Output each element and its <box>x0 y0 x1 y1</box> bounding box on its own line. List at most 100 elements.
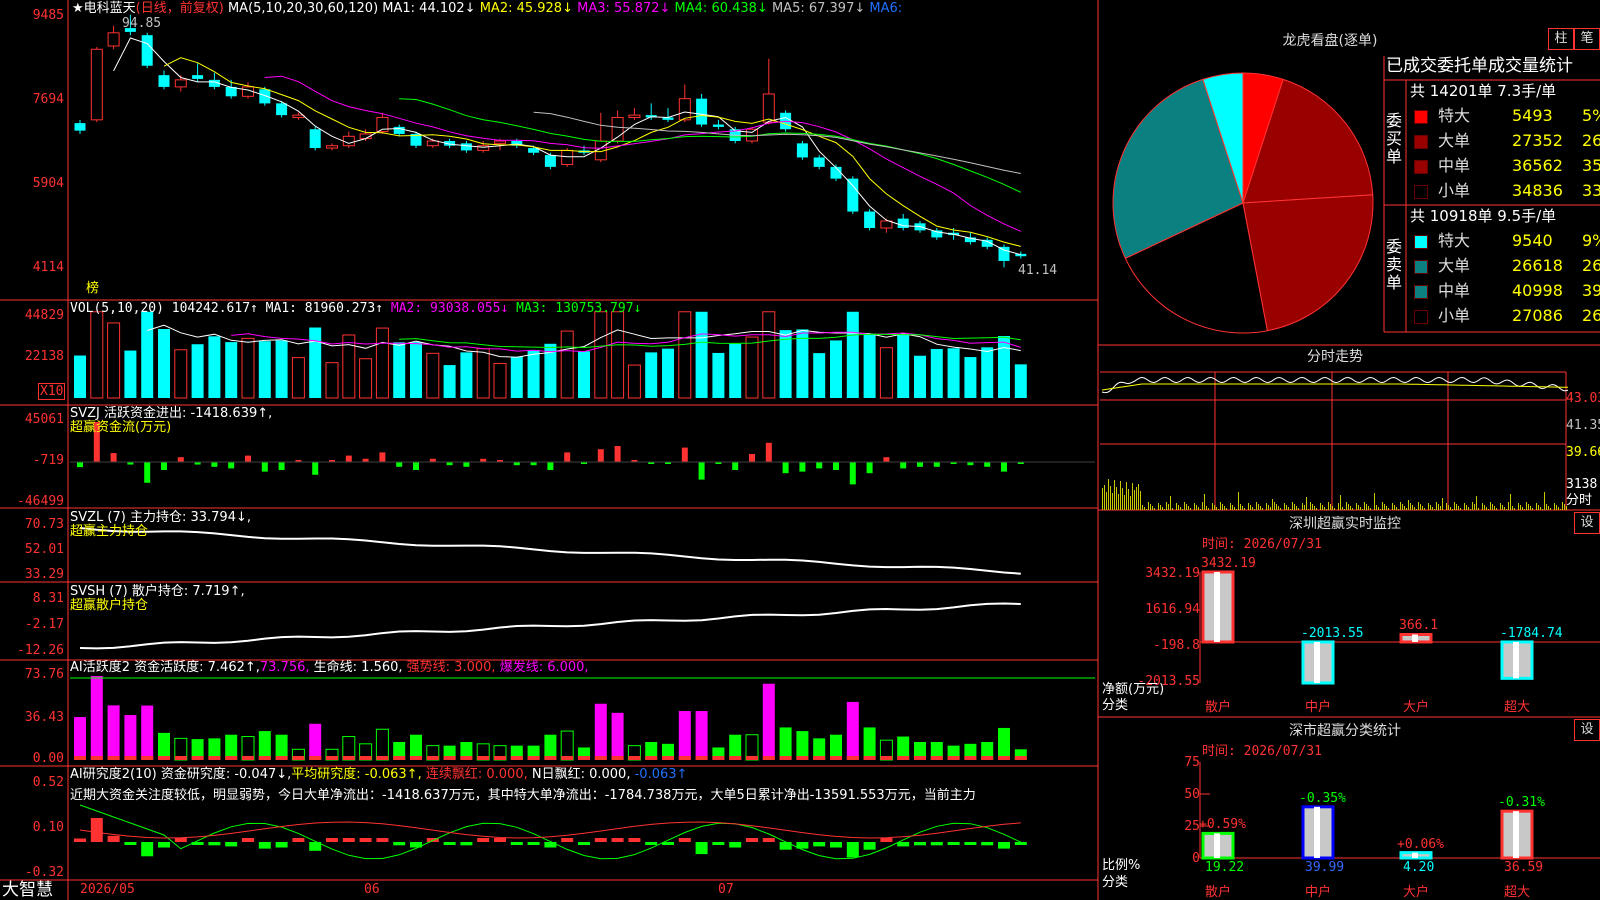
activity-base <box>611 756 624 760</box>
research-bar <box>258 842 271 849</box>
buy-row-vol: 36562 <box>1512 156 1563 175</box>
cls-settings-button[interactable]: 设 <box>1574 719 1600 741</box>
fs-volume-bar <box>1412 505 1413 510</box>
activity-base <box>578 756 590 760</box>
volume-bar <box>930 349 943 398</box>
fs-volume-bar <box>1456 504 1457 510</box>
fs-volume-bar <box>1380 509 1381 510</box>
fs-volume-bar <box>1328 502 1329 510</box>
buy-side-label: 委买单 <box>1386 111 1403 166</box>
fs-volume-bar <box>1364 502 1365 510</box>
candle-body <box>174 79 187 88</box>
research-bar <box>981 842 994 846</box>
activity-base <box>208 756 221 760</box>
fs-volume-bar <box>1212 503 1213 510</box>
favorite-star-icon[interactable]: ★ <box>72 1 84 16</box>
ratio-change-label: -0.35% <box>1299 790 1346 806</box>
volume-bar <box>762 311 776 399</box>
candle-body <box>276 103 288 116</box>
volume-bar <box>560 330 574 399</box>
fs-volume-bar <box>1428 503 1429 510</box>
tick-mode-button[interactable]: 笔 <box>1574 28 1600 50</box>
bar-mode-button[interactable]: 柱 <box>1548 28 1574 50</box>
candle-body <box>696 98 708 125</box>
buy-row-swatch <box>1414 135 1428 149</box>
stock-name: 电科蓝天 <box>83 1 136 16</box>
volume-bar <box>493 362 507 399</box>
flow-bar <box>1001 462 1007 472</box>
period-label[interactable]: (日线，前复权) <box>136 1 224 16</box>
cls-unit: 比例% <box>1102 858 1141 873</box>
research-bar <box>1014 842 1027 845</box>
flow-bar <box>396 462 403 467</box>
research-bar <box>158 842 170 848</box>
research-bar <box>393 842 406 846</box>
volume-bar <box>627 364 641 399</box>
fs-volume-bar <box>1316 508 1317 510</box>
ma2-line <box>163 57 1021 247</box>
activity-base <box>628 756 641 760</box>
flow-bar <box>312 462 319 475</box>
fs-volume-bar <box>1546 504 1547 510</box>
fs-volume-bar <box>1214 505 1215 510</box>
flow-bar <box>849 462 856 485</box>
fs-volume-bar <box>1296 506 1297 510</box>
flow-bar <box>564 452 571 462</box>
ai2-axis-label: 0.52 <box>32 775 64 790</box>
activity-base <box>897 756 910 760</box>
sell-total: 共 10918单 9.5手/单 <box>1410 207 1557 225</box>
fs-volume-bar <box>1478 508 1479 510</box>
research-bar <box>124 842 137 845</box>
ma4-value: MA4: 60.438↓ <box>674 1 768 16</box>
fs-volume-bar <box>1340 495 1341 510</box>
fs-volume-bar <box>1564 504 1565 510</box>
activity-bar <box>594 703 607 760</box>
activity-base <box>846 756 859 760</box>
cls-category: 大户 <box>1403 885 1430 900</box>
buy-row-pct: 26% <box>1582 131 1600 150</box>
monitor-settings-button[interactable]: 设 <box>1574 512 1600 534</box>
research-bar <box>326 838 338 842</box>
candle-body <box>309 129 321 149</box>
sell-row-name: 特大 <box>1438 231 1471 250</box>
dragon-tiger-mark[interactable]: 榜 <box>86 281 99 296</box>
fs-volume-bar <box>1254 509 1255 510</box>
buy-row-name: 大单 <box>1438 131 1471 150</box>
fs-volume-bar <box>1140 491 1141 510</box>
fs-volume-bar <box>1324 507 1325 510</box>
volume-bar <box>695 311 708 398</box>
ma4-line <box>399 98 1022 193</box>
cls-category: 中户 <box>1305 885 1332 900</box>
fs-volume-bar <box>1472 502 1473 510</box>
activity-base <box>443 756 456 760</box>
fs-volume-bar <box>1248 503 1249 510</box>
volume-bar <box>410 342 422 398</box>
volume-bar <box>745 336 759 399</box>
monitor-category: 中户 <box>1305 700 1332 715</box>
fs-volume-bar <box>1298 508 1299 510</box>
research-bar <box>460 842 473 846</box>
candle-body <box>426 140 439 147</box>
fs-volume-bar <box>1218 509 1219 510</box>
volume-bar <box>678 311 692 399</box>
date-axis-label: 2026/05 <box>80 882 135 897</box>
ai1-v2: 73.756, <box>259 660 310 675</box>
ai1-axis-label: 36.43 <box>24 710 64 725</box>
fs-volume-bar <box>1148 502 1149 510</box>
ma3-value: MA3: 55.872↓ <box>577 1 671 16</box>
fs-volume-bar <box>1202 502 1203 510</box>
research-bar <box>443 842 456 845</box>
research-bar <box>90 818 103 842</box>
fs-volume-bar <box>1222 504 1223 510</box>
research-bar <box>729 842 742 848</box>
volume-bar <box>914 355 926 398</box>
research-bar <box>376 838 389 842</box>
fs-volume-bar <box>1362 509 1363 510</box>
fs-volume-bar <box>1556 505 1557 510</box>
activity-base <box>141 756 154 760</box>
svzl-label: SVZL (7) 主力持仓: 33.794↓, <box>70 510 251 525</box>
fs-volume-bar <box>1360 507 1361 510</box>
flow-bar <box>765 442 772 462</box>
sell-side-label: 委卖单 <box>1386 237 1403 292</box>
price-axis-label: 4114 <box>32 260 64 275</box>
